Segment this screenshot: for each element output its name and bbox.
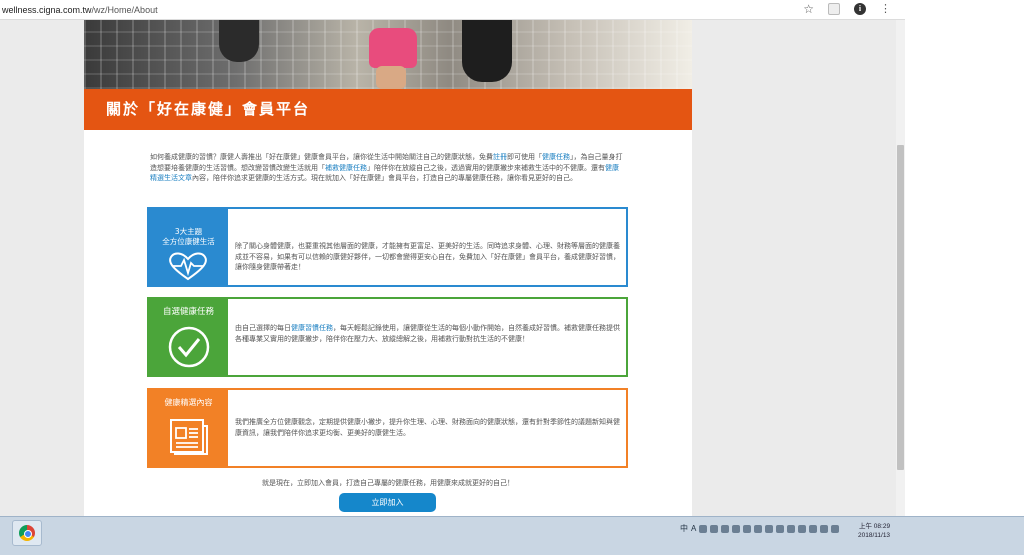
page-title: 關於「好在康健」會員平台 bbox=[106, 100, 311, 118]
tray-icon[interactable] bbox=[754, 524, 763, 533]
scrollbar-thumb[interactable] bbox=[897, 145, 904, 470]
hero-image bbox=[84, 20, 692, 89]
register-link[interactable]: 註冊 bbox=[493, 153, 507, 161]
volume-icon[interactable] bbox=[831, 524, 840, 533]
feature-card-content: 健康精選內容 我們推廣全方位健康觀念，定期提供健康小撇步，提升你生理、心理、財務… bbox=[147, 388, 628, 468]
bookmark-star-icon[interactable]: ☆ bbox=[803, 2, 814, 16]
tray-icon[interactable] bbox=[787, 524, 796, 533]
card-side-panel: 健康精選內容 bbox=[149, 390, 228, 466]
menu-icon[interactable]: ⋮ bbox=[880, 3, 891, 14]
card-body: 我們推廣全方位健康觀念，定期提供健康小撇步，提升你生理、心理、財務面向的健康狀態… bbox=[235, 418, 620, 437]
tray-icon[interactable] bbox=[732, 524, 741, 533]
newspaper-icon bbox=[170, 419, 208, 455]
address-bar[interactable]: wellness.cigna.com.tw/wz/Home/About ☆ i … bbox=[0, 0, 905, 20]
tray-icon[interactable] bbox=[699, 524, 708, 533]
clock-time: 上午 08:29 bbox=[858, 523, 891, 530]
heart-pulse-icon bbox=[169, 252, 207, 281]
card-body: 除了關心身體健康，也要重視其他層面的健康，才能擁有更富足、更美好的生活。同時追求… bbox=[235, 242, 620, 271]
system-tray: 中 A bbox=[680, 523, 840, 534]
tray-icon[interactable] bbox=[776, 524, 785, 533]
card-label: 健康精選內容 bbox=[164, 398, 213, 407]
card-side-panel: 3大主題 全方位康健生活 bbox=[149, 209, 228, 285]
network-icon[interactable] bbox=[743, 524, 752, 533]
habit-tasks-link[interactable]: 健康習慣任務 bbox=[291, 324, 333, 332]
join-now-button[interactable]: 立即加入 bbox=[339, 493, 436, 512]
info-icon[interactable]: i bbox=[854, 3, 866, 15]
card-label: 3大主題 bbox=[174, 227, 203, 236]
display-icon[interactable] bbox=[820, 524, 829, 533]
title-bar: 關於「好在康健」會員平台 bbox=[84, 89, 692, 130]
desktop-area bbox=[905, 0, 1024, 516]
system-clock[interactable]: 上午 08:29 2018/11/13 bbox=[858, 522, 890, 540]
clock-date: 2018/11/13 bbox=[858, 532, 891, 539]
closing-text: 就是現在，立即加入會員，打造自己專屬的健康任務，用健康來成就更好的自己！ bbox=[262, 479, 514, 487]
card-side-panel: 自選健康任務 bbox=[149, 299, 228, 375]
feature-card-themes: 3大主題 全方位康健生活 除了關心身體健康，也要重視其他層面的健康，才能擁有更富… bbox=[147, 207, 628, 287]
card-body: 由自己選擇的每日健康習慣任務，每天輕鬆記錄使用，讓健康從生活的每個小動作開始，自… bbox=[235, 324, 620, 343]
checkmark-circle-icon bbox=[168, 326, 210, 368]
page-viewport: 關於「好在康健」會員平台 如何養成健康的習慣？康健人壽推出「好在康健」健康會員平… bbox=[0, 20, 896, 516]
health-tasks-link[interactable]: 健康任務 bbox=[542, 153, 570, 161]
tray-icon[interactable] bbox=[765, 524, 774, 533]
flag-icon[interactable] bbox=[809, 524, 818, 533]
chrome-icon[interactable] bbox=[19, 525, 35, 541]
card-label-2: 全方位康健生活 bbox=[162, 237, 215, 246]
url-text[interactable]: wellness.cigna.com.tw/wz/Home/About bbox=[0, 5, 158, 15]
intro-paragraph: 如何養成健康的習慣？康健人壽推出「好在康健」健康會員平台，讓你從生活中開始關注自… bbox=[150, 153, 623, 182]
tray-icon[interactable] bbox=[798, 524, 807, 533]
page-content: 關於「好在康健」會員平台 如何養成健康的習慣？康健人壽推出「好在康健」健康會員平… bbox=[84, 20, 692, 516]
extension-icon[interactable] bbox=[828, 3, 840, 15]
taskbar: 中 A 上午 08:29 2018/11/13 bbox=[0, 516, 1024, 555]
ime-lang-indicator[interactable]: 中 bbox=[680, 523, 688, 534]
feature-card-tasks: 自選健康任務 由自己選擇的每日健康習慣任務，每天輕鬆記錄使用，讓健康從生活的每個… bbox=[147, 297, 628, 377]
card-label: 自選健康任務 bbox=[162, 307, 214, 317]
remedy-tasks-link[interactable]: 補救健康任務 bbox=[325, 164, 367, 172]
vertical-scrollbar[interactable] bbox=[896, 20, 905, 516]
help-icon[interactable] bbox=[721, 524, 730, 533]
ime-mode-indicator[interactable]: A bbox=[691, 524, 696, 533]
tray-icon[interactable] bbox=[710, 524, 719, 533]
